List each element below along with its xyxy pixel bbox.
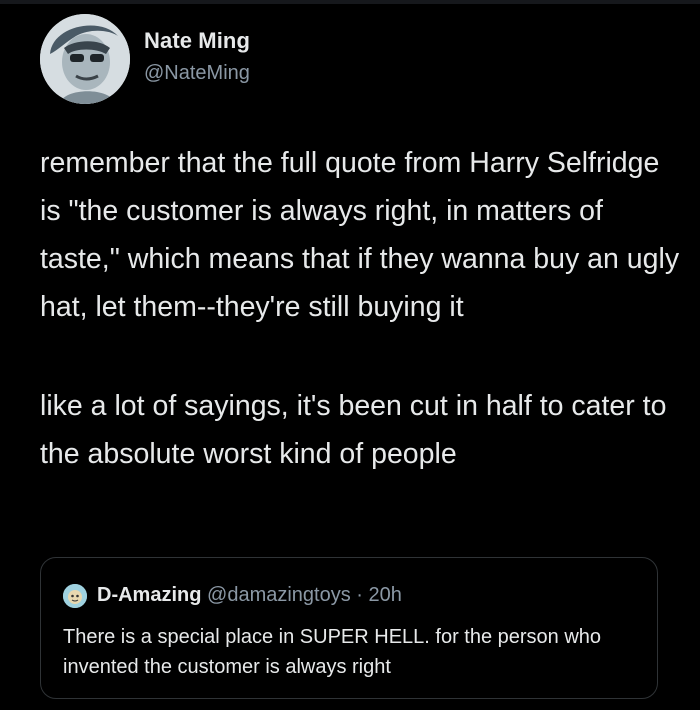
quoted-tweet-timestamp[interactable]: 20h — [369, 584, 402, 606]
author-name[interactable]: Nate Ming — [144, 28, 250, 54]
header-separator: · — [350, 584, 369, 606]
quoted-author-name[interactable]: D-Amazing — [97, 584, 201, 606]
author-avatar[interactable] — [40, 14, 130, 104]
quoted-author-handle[interactable]: @damazingtoys — [207, 584, 351, 606]
top-divider — [0, 0, 700, 4]
quoted-tweet-header: D-Amazing @damazingtoys · 20h — [97, 584, 402, 607]
quoted-tweet-card[interactable]: D-Amazing @damazingtoys · 20h There is a… — [40, 557, 658, 699]
tweet-paragraph-2: like a lot of sayings, it's been cut in … — [40, 390, 667, 470]
quoted-tweet-text: There is a special place in SUPER HELL. … — [63, 626, 602, 678]
tweet-paragraph-1: remember that the full quote from Harry … — [40, 147, 680, 323]
toy-face-avatar-icon — [63, 584, 87, 608]
tweet: Nate Ming @NateMing remember that the fu… — [0, 0, 700, 710]
quoted-author-avatar[interactable] — [63, 584, 87, 608]
author-handle[interactable]: @NateMing — [144, 62, 250, 85]
cartoon-face-avatar-icon — [40, 14, 130, 104]
